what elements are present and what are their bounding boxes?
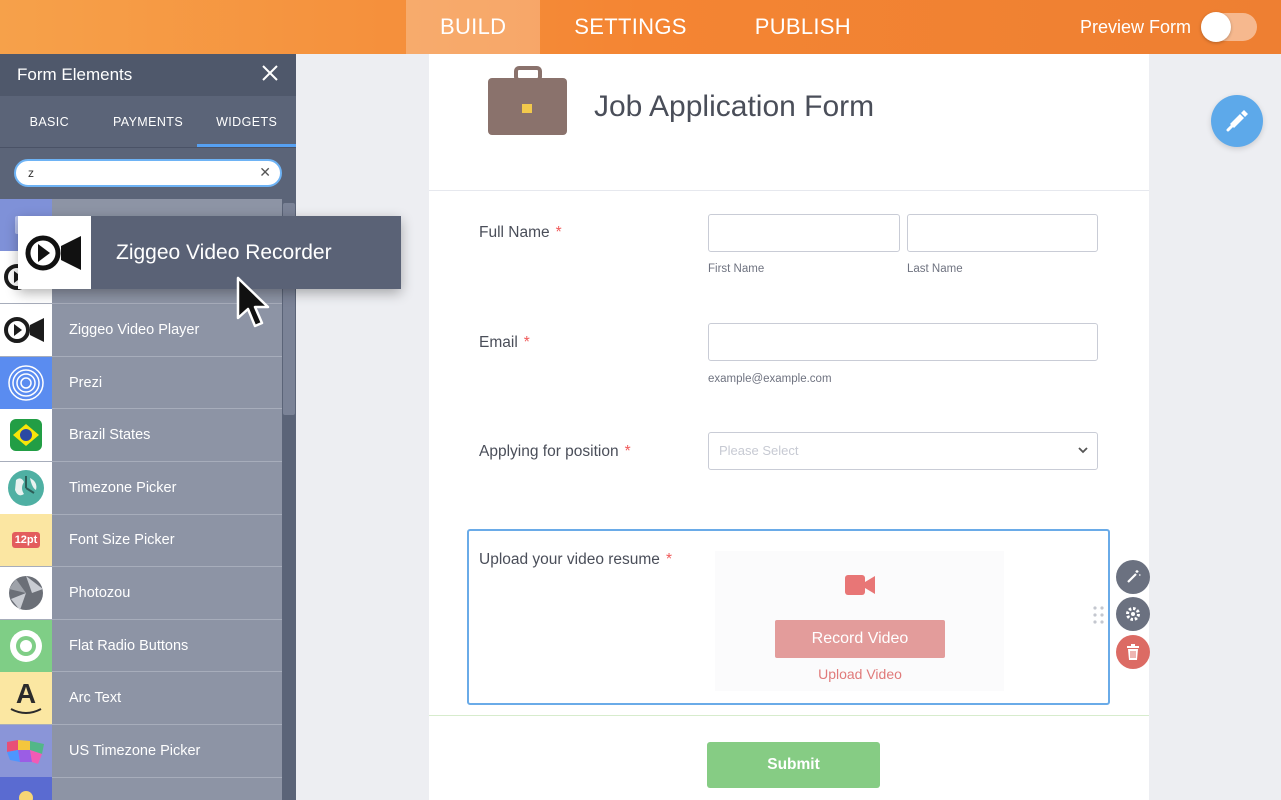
delete-field-button[interactable] (1116, 635, 1150, 669)
briefcase-icon (488, 66, 567, 135)
list-item-label: Arc Text (69, 690, 122, 707)
chevron-down-icon (1077, 433, 1089, 483)
video-camera-icon (18, 216, 91, 289)
tab-basic[interactable]: BASIC (0, 96, 99, 147)
email-label: Email * (479, 334, 530, 352)
position-placeholder: Please Select (719, 443, 799, 458)
email-sublabel: example@example.com (708, 373, 832, 385)
full-name-label: Full Name * (479, 224, 562, 242)
panel-title: Form Elements (17, 65, 133, 84)
required-mark: * (523, 334, 530, 351)
list-item[interactable]: Timezone Picker (0, 461, 282, 515)
list-item[interactable] (0, 777, 282, 800)
form-header: Job Application Form (429, 54, 1149, 191)
video-resume-label-text: Upload your video resume (479, 551, 660, 568)
preview-form: Preview Form (1080, 0, 1257, 54)
preview-form-label: Preview Form (1079, 16, 1191, 37)
list-item[interactable]: Photozou (0, 566, 282, 620)
search-input[interactable] (16, 161, 236, 185)
dragged-widget-label: Ziggeo Video Recorder (116, 240, 332, 264)
first-name-sublabel: First Name (708, 263, 765, 275)
divider (429, 715, 1149, 716)
email-field[interactable] (708, 323, 1098, 361)
video-camera-icon (845, 575, 875, 595)
widget-search: ✕ (14, 159, 282, 187)
widget-list-scrollbar[interactable] (282, 199, 296, 799)
arc-text-icon-letter: A (15, 678, 37, 710)
list-item-label: Brazil States (69, 427, 151, 444)
ziggeo-player-icon (0, 303, 52, 356)
toggle-knob (1201, 12, 1231, 42)
form-title[interactable]: Job Application Form (594, 90, 874, 124)
mouse-pointer-icon (236, 276, 270, 328)
list-item[interactable]: Brazil States (0, 409, 282, 462)
full-name-label-text: Full Name (479, 224, 550, 241)
tab-settings[interactable]: SETTINGS (540, 0, 720, 54)
list-item[interactable]: 12pt Font Size Picker (0, 514, 282, 568)
drag-handle-icon[interactable] (1093, 606, 1105, 626)
close-icon[interactable] (261, 63, 279, 87)
field-settings-button[interactable] (1116, 597, 1150, 631)
list-item-label: Ziggeo Video Player (69, 321, 200, 338)
top-bar: BUILD SETTINGS PUBLISH Preview Form (0, 0, 1281, 54)
widget-icon (0, 777, 52, 800)
position-select[interactable]: Please Select (708, 432, 1098, 470)
required-mark: * (665, 551, 672, 568)
form-designer-button[interactable] (1211, 95, 1263, 147)
upload-video-link[interactable]: Upload Video (775, 666, 945, 682)
list-item[interactable]: Prezi (0, 356, 282, 410)
tab-widgets[interactable]: WIDGETS (197, 96, 296, 147)
trash-icon (1127, 644, 1139, 660)
clear-search-icon[interactable]: ✕ (259, 164, 271, 181)
gear-icon (1126, 607, 1140, 621)
list-item-label: US Timezone Picker (69, 742, 201, 759)
list-item[interactable]: Flat Radio Buttons (0, 619, 282, 673)
required-mark: * (555, 224, 562, 241)
first-name-input[interactable] (708, 214, 900, 252)
email-label-text: Email (479, 334, 518, 351)
globe-icon (0, 461, 52, 514)
arc-text-icon: A (0, 672, 52, 725)
form-canvas: Job Application Form Full Name * First Na… (429, 54, 1149, 800)
list-item-label: Timezone Picker (69, 479, 177, 496)
photozou-icon (0, 566, 52, 619)
list-item-label: Flat Radio Buttons (69, 637, 189, 654)
tab-payments[interactable]: PAYMENTS (99, 96, 198, 147)
font-size-icon-text: 12pt (11, 532, 41, 549)
submit-button[interactable]: Submit (707, 742, 880, 788)
position-label: Applying for position * (479, 443, 631, 461)
font-size-icon: 12pt (0, 514, 52, 567)
required-mark: * (624, 443, 631, 460)
magic-wand-button[interactable] (1116, 560, 1150, 594)
us-map-icon (0, 724, 52, 777)
brazil-flag-icon (0, 409, 52, 462)
dragged-widget[interactable]: Ziggeo Video Recorder (18, 216, 401, 289)
last-name-sublabel: Last Name (907, 263, 963, 275)
radio-button-icon (0, 619, 52, 672)
panel-tabs: BASIC PAYMENTS WIDGETS (0, 96, 296, 148)
top-nav: BUILD SETTINGS PUBLISH (406, 0, 885, 54)
position-label-text: Applying for position (479, 443, 619, 460)
record-video-button[interactable]: Record Video (775, 620, 945, 658)
preview-form-toggle[interactable] (1201, 12, 1257, 42)
list-item-label: Font Size Picker (69, 532, 175, 549)
list-item[interactable]: US Timezone Picker (0, 724, 282, 778)
prezi-icon (0, 356, 52, 409)
search-wrap: ✕ (0, 148, 296, 200)
list-item-label: Photozou (69, 584, 131, 601)
video-resume-label: Upload your video resume * (479, 551, 672, 569)
list-item-label: Prezi (69, 374, 103, 391)
panel-header: Form Elements (0, 54, 296, 96)
magic-wand-icon (1127, 570, 1141, 583)
tab-build[interactable]: BUILD (406, 0, 541, 54)
last-name-input[interactable] (907, 214, 1098, 252)
paint-roller-icon (1226, 110, 1248, 132)
list-item[interactable]: A Arc Text (0, 672, 282, 725)
tab-publish[interactable]: PUBLISH (721, 0, 885, 54)
